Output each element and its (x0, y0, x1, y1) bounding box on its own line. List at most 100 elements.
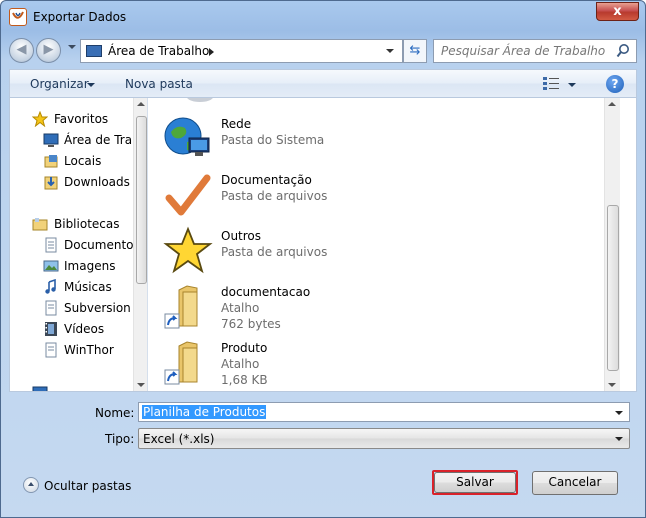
sidebar-item-label: Documentos (64, 238, 138, 252)
file-size: 1,68 KB (221, 373, 268, 387)
file-name-input[interactable]: Planilha de Produtos (138, 402, 630, 422)
file-type-select[interactable]: Excel (*.xls) (138, 428, 630, 449)
organize-chevron-down-icon[interactable] (87, 83, 95, 87)
file-type: Pasta de arquivos (221, 245, 328, 259)
close-button[interactable]: x (596, 2, 639, 21)
file-type: Atalho (221, 357, 260, 371)
sidebar-item-pictures[interactable]: Imagens (10, 256, 138, 276)
organize-menu-button[interactable]: Organizar (30, 77, 89, 91)
sidebar-item-libraries[interactable]: Bibliotecas (10, 214, 138, 234)
chevron-up-icon (23, 477, 39, 493)
file-type-dropdown-icon[interactable] (615, 437, 623, 441)
file-type: Pasta de arquivos (221, 189, 328, 203)
sidebar-item-label: Bibliotecas (54, 217, 120, 231)
command-toolbar: Organizar Nova pasta ? (9, 69, 637, 98)
desktop-icon (43, 133, 59, 147)
navigation-pane: Favoritos Área de Trabalho Locais Downlo… (10, 98, 148, 391)
sidebar-item-label: WinThor (64, 343, 114, 357)
winthor-icon (45, 342, 57, 358)
recent-locations-dropdown[interactable] (68, 45, 76, 49)
network-globe-icon (164, 117, 210, 156)
subversion-icon (45, 300, 57, 316)
file-list-scrollbar[interactable] (604, 98, 620, 391)
hide-folders-label: Ocultar pastas (44, 479, 132, 493)
checkmark-folder-icon (165, 174, 211, 216)
refresh-icon: ⇆ (409, 43, 421, 58)
sidebar-item-winthor[interactable]: WinThor (10, 340, 138, 360)
back-button[interactable]: ◀ (9, 38, 34, 63)
sidebar-item-computer[interactable] (10, 383, 138, 391)
file-size: 762 bytes (221, 317, 281, 331)
scrollbar-thumb[interactable] (136, 116, 147, 284)
folder-shortcut-icon (164, 285, 198, 329)
forward-arrow-icon: ▶ (43, 42, 54, 57)
name-label: Nome: (95, 406, 135, 420)
sidebar-item-downloads[interactable]: Downloads (10, 172, 138, 192)
downloads-icon (44, 176, 58, 190)
sidebar-item-subversion[interactable]: Subversion (10, 298, 138, 318)
list-item[interactable]: Documentação Pasta de arquivos (159, 168, 599, 222)
view-chevron-down-icon[interactable] (568, 83, 576, 87)
help-icon: ? (611, 77, 619, 91)
export-dialog: Exportar Dados x ◀ ▶ Área de Trabalho ⇆ … (0, 0, 646, 518)
computer-icon (32, 386, 48, 391)
scroll-up-icon[interactable] (608, 102, 616, 106)
address-dropdown-icon[interactable] (386, 49, 394, 53)
file-list: Rede Pasta do Sistema Documentação Pasta… (149, 98, 620, 391)
scroll-down-icon[interactable] (137, 383, 145, 387)
sidebar-item-desktop[interactable]: Área de Trabalho (10, 130, 138, 150)
file-type: Pasta do Sistema (221, 133, 325, 147)
address-location[interactable]: Área de Trabalho (108, 44, 209, 58)
star-folder-icon (163, 226, 213, 274)
recent-places-icon (44, 155, 58, 168)
star-icon (32, 111, 48, 127)
scroll-down-icon[interactable] (608, 383, 616, 387)
view-options-icon[interactable] (543, 76, 559, 90)
address-bar[interactable]: Área de Trabalho (80, 39, 403, 63)
file-type-value: Excel (*.xls) (143, 432, 215, 446)
file-name: Rede (221, 117, 252, 131)
list-item[interactable]: documentacao Atalho 762 bytes (159, 280, 599, 334)
list-item[interactable]: Produto Atalho 1,68 KB (159, 336, 599, 390)
sidebar-item-music[interactable]: Músicas (10, 277, 138, 297)
file-name-dropdown-icon[interactable] (615, 411, 623, 415)
sidebar-item-recent-places[interactable]: Locais (10, 151, 138, 171)
sidebar-item-favorites[interactable]: Favoritos (10, 109, 138, 129)
music-icon (45, 279, 56, 294)
save-button[interactable]: Salvar (434, 472, 516, 493)
file-name: Produto (221, 341, 268, 355)
type-label: Tipo: (105, 432, 135, 446)
sidebar-item-videos[interactable]: Vídeos (10, 319, 138, 339)
new-folder-button[interactable]: Nova pasta (125, 77, 193, 91)
forward-button[interactable]: ▶ (36, 38, 61, 63)
file-name: Documentação (221, 173, 312, 187)
sidebar-item-documents[interactable]: Documentos (10, 235, 138, 255)
sidebar-item-label: Área de Trabalho (64, 133, 138, 147)
refresh-button[interactable]: ⇆ (403, 39, 427, 63)
search-input[interactable]: Pesquisar Área de Trabalho (433, 39, 637, 63)
pictures-icon (43, 260, 59, 272)
navigation-bar: ◀ ▶ Área de Trabalho ⇆ Pesquisar Área de… (9, 35, 637, 65)
close-icon: x (613, 4, 622, 19)
file-type: Atalho (221, 301, 260, 315)
scroll-up-icon[interactable] (137, 102, 145, 106)
navigation-pane-scrollbar[interactable] (133, 98, 147, 391)
documents-icon (45, 237, 57, 253)
list-item[interactable]: Outros Pasta de arquivos (159, 224, 599, 278)
window-title: Exportar Dados (33, 10, 127, 24)
scrollbar-thumb[interactable] (607, 205, 619, 371)
list-item[interactable]: Rede Pasta do Sistema (159, 112, 599, 166)
breadcrumb-chevron-icon[interactable] (209, 48, 214, 56)
app-icon (9, 8, 27, 26)
sidebar-item-label: Downloads (64, 175, 130, 189)
sidebar-item-label: Favoritos (54, 112, 109, 126)
search-icon[interactable] (616, 43, 630, 59)
libraries-icon (32, 218, 48, 231)
file-name: Outros (221, 229, 262, 243)
cancel-button[interactable]: Cancelar (532, 471, 618, 495)
desktop-icon (86, 45, 102, 57)
file-name-value[interactable]: Planilha de Produtos (142, 405, 267, 419)
help-button[interactable]: ? (606, 75, 624, 93)
title-bar: Exportar Dados x (1, 1, 645, 33)
folder-shortcut-icon (164, 341, 198, 385)
